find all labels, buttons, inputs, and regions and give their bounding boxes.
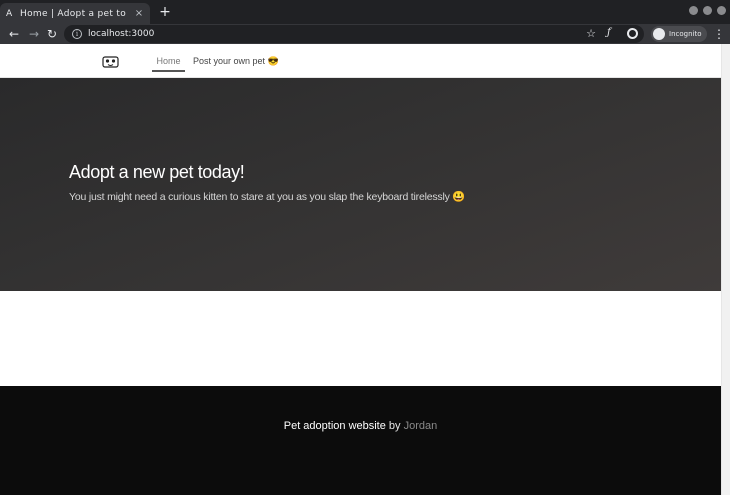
extension-function-icon[interactable]: ƒ: [607, 27, 611, 38]
web-page: Home Post your own pet 😎 Adopt a new pet…: [0, 44, 721, 495]
extension-circle-icon[interactable]: [627, 28, 638, 39]
bookmark-star-icon[interactable]: ☆: [586, 27, 596, 40]
site-footer: Pet adoption website by Jordan: [0, 386, 721, 495]
close-window-button[interactable]: [717, 6, 726, 15]
browser-tabstrip: A Home | Adopt a pet to × +: [0, 0, 730, 24]
window-controls: [689, 6, 726, 15]
new-tab-button[interactable]: +: [157, 4, 173, 20]
forward-arrow-icon[interactable]: →: [26, 26, 42, 42]
incognito-icon: [653, 28, 665, 40]
browser-toolbar: ← → ↻ i localhost:3000 ☆ ƒ Incognito ⋮: [0, 24, 730, 44]
address-bar[interactable]: i localhost:3000 ☆: [64, 25, 644, 43]
favicon-icon: A: [6, 8, 13, 19]
incognito-label: Incognito: [669, 30, 702, 38]
nav-link-post-pet[interactable]: Post your own pet 😎: [193, 56, 279, 67]
back-arrow-icon[interactable]: ←: [6, 26, 22, 42]
footer-by: by: [385, 420, 404, 432]
url-text: localhost:3000: [88, 29, 155, 39]
site-info-icon[interactable]: i: [72, 29, 82, 39]
site-navbar: Home Post your own pet 😎: [0, 44, 721, 78]
nav-link-home[interactable]: Home: [152, 56, 185, 72]
browser-menu-icon[interactable]: ⋮: [713, 26, 725, 42]
tab-close-icon[interactable]: ×: [134, 8, 144, 19]
incognito-badge[interactable]: Incognito: [651, 26, 708, 42]
hero-banner: Adopt a new pet today! You just might ne…: [0, 78, 721, 291]
minimize-button[interactable]: [689, 6, 698, 15]
footer-credit: Pet adoption website by Jordan: [0, 420, 721, 432]
footer-author-link[interactable]: Jordan: [404, 420, 438, 432]
maximize-button[interactable]: [703, 6, 712, 15]
footer-site-name: Pet adoption website: [283, 420, 386, 432]
page-scrollbar[interactable]: [721, 44, 730, 495]
hero-subtitle: You just might need a curious kitten to …: [69, 191, 466, 203]
browser-tab-home[interactable]: A Home | Adopt a pet to ×: [0, 3, 150, 24]
paw-logo-icon[interactable]: [102, 56, 119, 68]
hero-title: Adopt a new pet today!: [69, 162, 245, 182]
tab-title: Home | Adopt a pet to: [20, 8, 127, 19]
reload-icon[interactable]: ↻: [44, 26, 60, 42]
